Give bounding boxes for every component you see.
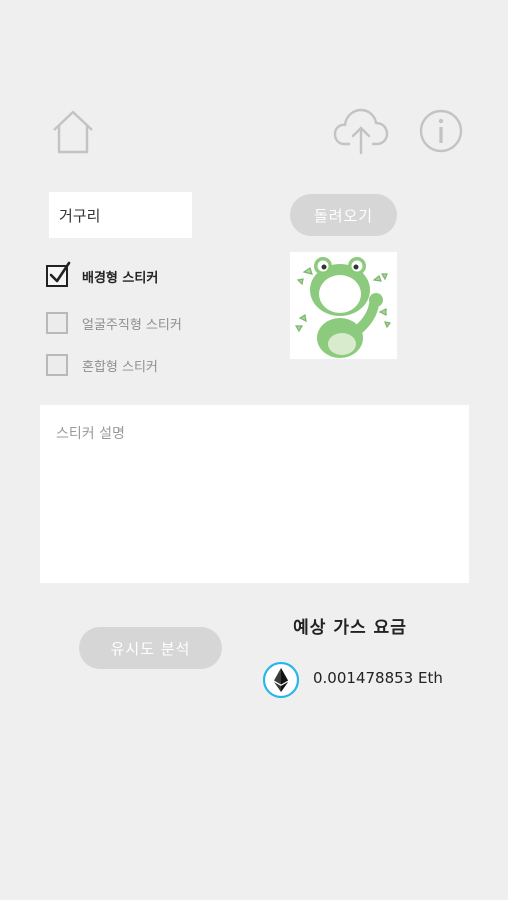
cloud-upload-icon (333, 108, 389, 155)
option-label: 배경형 스티커 (82, 270, 159, 286)
home-icon (53, 110, 93, 154)
checkbox[interactable] (46, 312, 68, 334)
checkbox[interactable] (46, 261, 71, 287)
similarity-analysis-button[interactable]: 유시도 분석 (79, 627, 222, 669)
info-button[interactable] (416, 106, 466, 156)
option-label: 얼굴주직형 스티커 (82, 317, 182, 333)
option-mixed-sticker[interactable]: 혼합형 스티커 (46, 354, 158, 376)
option-label: 혼합형 스티커 (82, 359, 158, 375)
sticker-description-input[interactable] (40, 405, 469, 583)
frog-sticker-image (294, 257, 392, 358)
info-icon (419, 109, 463, 153)
checkbox[interactable] (46, 354, 68, 376)
ethereum-icon (262, 661, 300, 699)
option-face-sticker[interactable]: 얼굴주직형 스티커 (46, 312, 182, 334)
gas-fee-value: 0.001478853 Eth (313, 669, 443, 687)
gas-fee-title: 예상 가스 요금 (293, 618, 407, 638)
checkmark-icon (49, 261, 71, 283)
home-button[interactable] (48, 106, 98, 156)
option-background-sticker[interactable]: 배경형 스티커 (46, 261, 159, 287)
sticker-name-input[interactable] (49, 192, 192, 238)
upload-button[interactable] (332, 106, 390, 156)
sticker-preview (290, 252, 397, 359)
reload-button[interactable]: 돌려오기 (290, 194, 397, 236)
